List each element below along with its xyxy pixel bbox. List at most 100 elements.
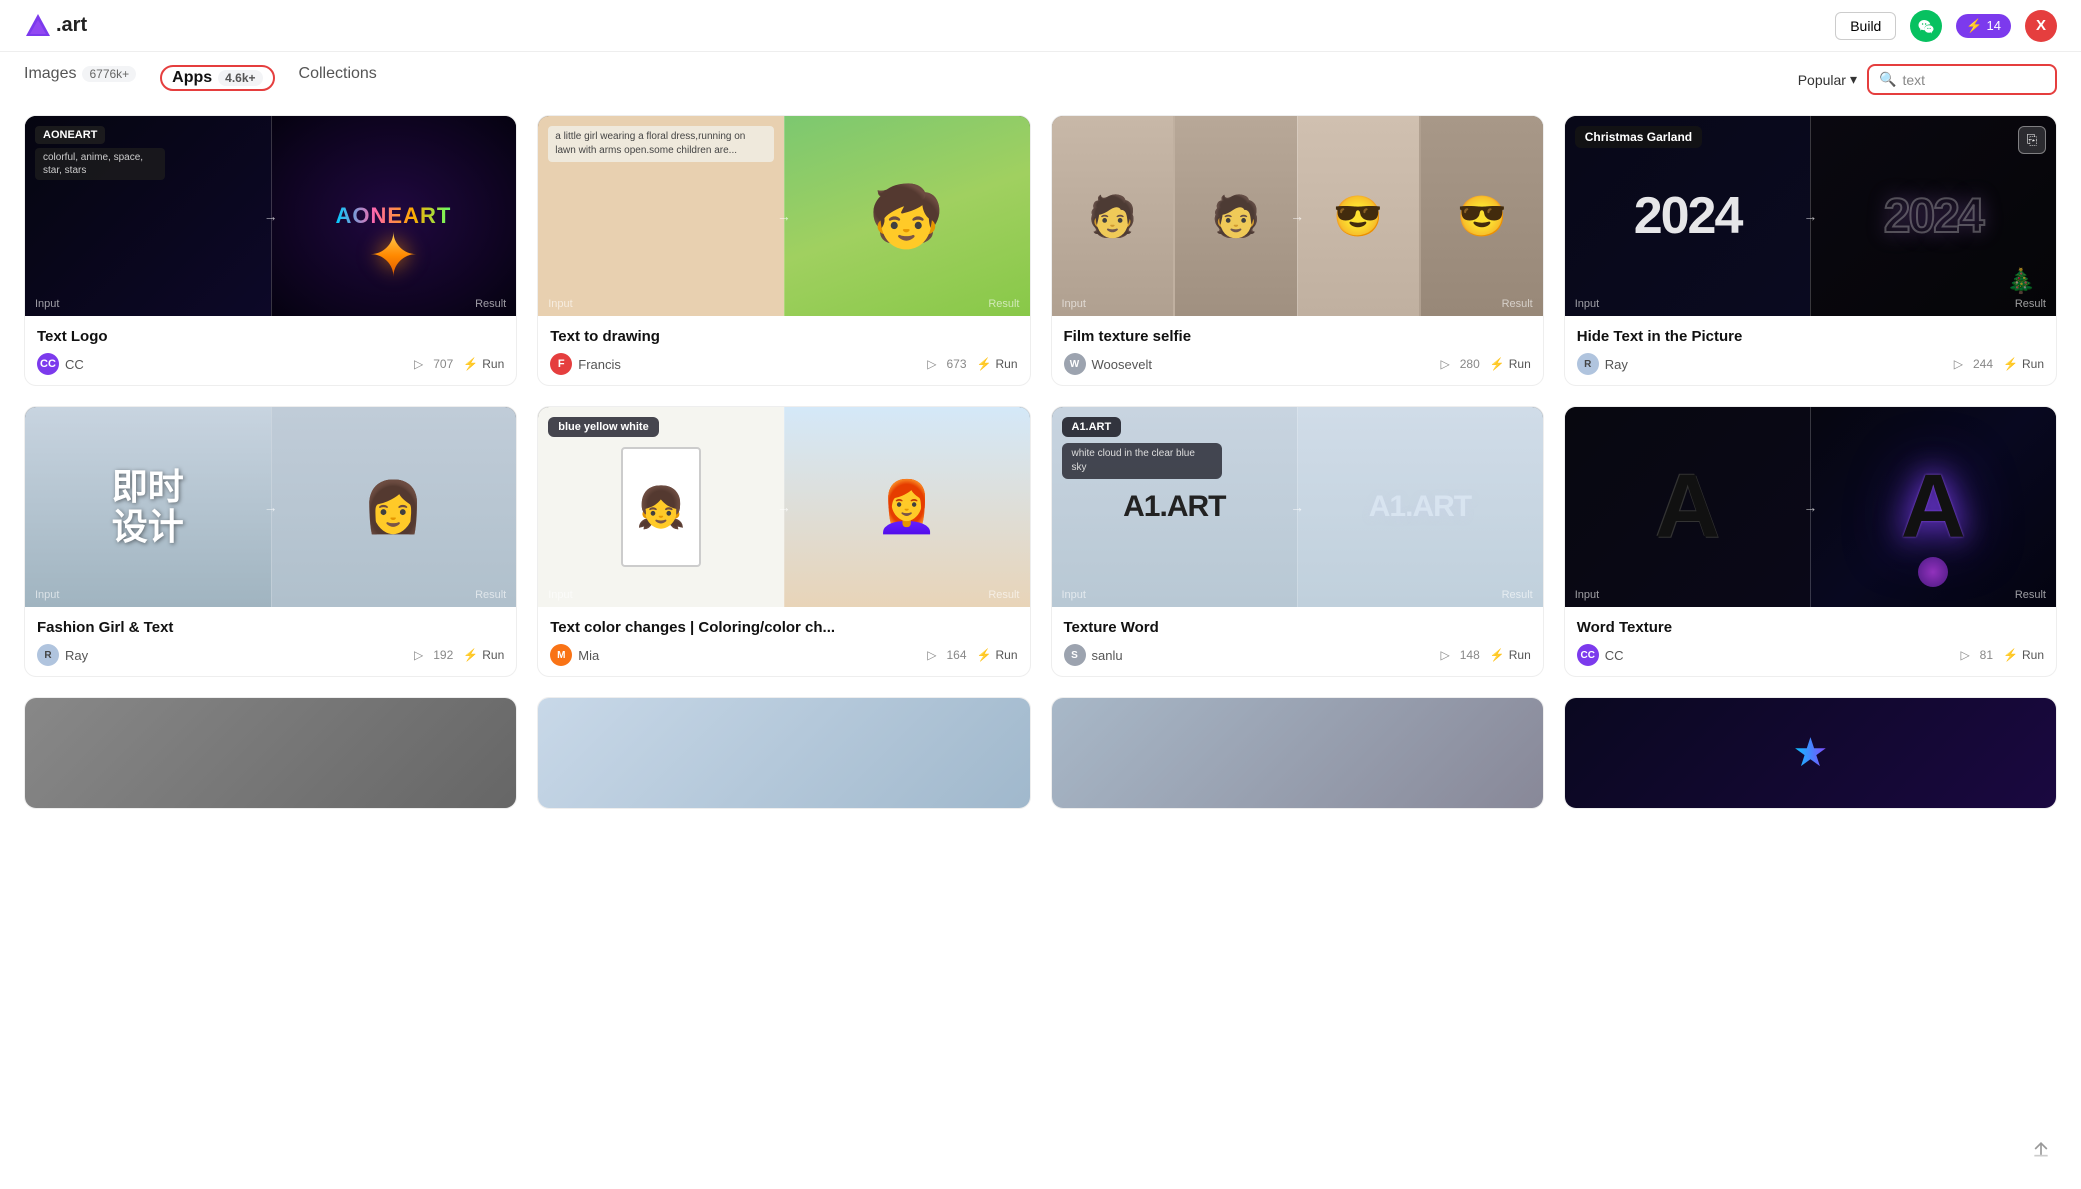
run-button-wt[interactable]: ⚡ Run xyxy=(2003,648,2044,662)
result-img-ttd: 🧒 xyxy=(869,181,944,252)
plays-count-ht: 244 xyxy=(1973,357,1993,371)
card-film-texture-image: 🧑 🧑 Input 😎 😎 xyxy=(1052,116,1543,316)
text-2024-left: 2024 xyxy=(1634,186,1742,246)
tab-apps[interactable]: Apps 4.6k+ xyxy=(160,65,274,91)
card-text-logo-image: AONEART colorful, anime, space, star, st… xyxy=(25,116,516,316)
card-hide-text[interactable]: Christmas Garland ⎘ 2024 Input 2024 🎄 Re… xyxy=(1564,115,2057,386)
author-avatar-cc2: CC xyxy=(1577,644,1599,666)
partial-card-1[interactable] xyxy=(24,697,517,809)
sort-button[interactable]: Popular ▾ xyxy=(1798,71,1857,88)
user-avatar[interactable]: X xyxy=(2025,10,2057,42)
cards-grid-row3-partial: ★ xyxy=(0,697,2081,819)
input-label-fts: Input xyxy=(1062,298,1086,310)
run-button-fts[interactable]: ⚡ Run xyxy=(1490,357,1531,371)
chevron-down-icon: ▾ xyxy=(1850,71,1857,88)
author-avatar-sanlu: S xyxy=(1064,644,1086,666)
card-text-logo-stats: ▷ 707 ⚡ Run xyxy=(414,357,504,371)
search-input-wrapper: 🔍 xyxy=(1867,64,2057,95)
card-text-color-changes-image: blue yellow white 👧 Input 👩‍🦰 Result → xyxy=(538,407,1029,607)
card-overlay-title-tl: AONEART xyxy=(35,126,105,144)
tab-collections-label: Collections xyxy=(299,65,377,83)
partial-card-3[interactable] xyxy=(1051,697,1544,809)
card-texture-word-meta: S sanlu ▷ 148 ⚡ Run xyxy=(1064,644,1531,666)
run-button-tl[interactable]: ⚡ Run xyxy=(463,357,504,371)
play-icon: ▷ xyxy=(414,357,423,371)
build-button[interactable]: Build xyxy=(1835,12,1896,40)
run-button-tc[interactable]: ⚡ Run xyxy=(977,648,1018,662)
card-word-texture[interactable]: A Input A Result → Word Texture CC CC xyxy=(1564,406,2057,677)
card-text-logo-meta: CC CC ▷ 707 ⚡ Run xyxy=(37,353,504,375)
author-name-fg: Ray xyxy=(65,648,88,663)
card-overlay-desc-tw: white cloud in the clear blue sky xyxy=(1062,443,1222,479)
share-button-ht[interactable]: ⎘ xyxy=(2018,126,2046,154)
header: .art Build ⚡ 14 X xyxy=(0,0,2081,52)
logo[interactable]: .art xyxy=(24,12,87,40)
card-fashion-girl-title: Fashion Girl & Text xyxy=(37,619,504,636)
card-fashion-girl-meta: R Ray ▷ 192 ⚡ Run xyxy=(37,644,504,666)
plays-count-ttd: 673 xyxy=(947,357,967,371)
partial-card-1-image xyxy=(25,698,516,808)
text-2024-right: 2024 xyxy=(1884,189,1983,244)
arrow-divider-ttd: → xyxy=(777,208,791,224)
card-texture-word[interactable]: A1.ART white cloud in the clear blue sky… xyxy=(1051,406,1544,677)
card-text-logo-info: Text Logo CC CC ▷ 707 ⚡ Run xyxy=(25,316,516,385)
card-fashion-girl[interactable]: 即时设计 Input 👩 Result → Fashion Girl & Tex… xyxy=(24,406,517,677)
card-film-texture[interactable]: 🧑 🧑 Input 😎 😎 xyxy=(1051,115,1544,386)
card-film-texture-title: Film texture selfie xyxy=(1064,328,1531,345)
cards-grid-row2: 即时设计 Input 👩 Result → Fashion Girl & Tex… xyxy=(0,406,2081,697)
author-name-tw: sanlu xyxy=(1092,648,1123,663)
author-name-tl: CC xyxy=(65,357,84,372)
lightning-badge[interactable]: ⚡ 14 xyxy=(1956,14,2011,38)
wechat-button[interactable] xyxy=(1910,10,1942,42)
lightning-count: 14 xyxy=(1987,18,2001,33)
partial-card-4[interactable]: ★ xyxy=(1564,697,2057,809)
arrow-divider-ht: → xyxy=(1803,208,1817,224)
japanese-text-left: 即时设计 xyxy=(112,467,184,546)
tab-collections[interactable]: Collections xyxy=(299,65,377,95)
result-label-tl: Result xyxy=(475,298,506,310)
author-avatar-francis: F xyxy=(550,353,572,375)
fashion-result: 👩 xyxy=(362,478,424,537)
card-hide-text-stats: ▷ 244 ⚡ Run xyxy=(1954,357,2044,371)
card-text-color-changes[interactable]: blue yellow white 👧 Input 👩‍🦰 Result → T… xyxy=(537,406,1030,677)
input-label-tw: Input xyxy=(1062,589,1086,601)
card-text-to-drawing-stats: ▷ 673 ⚡ Run xyxy=(927,357,1017,371)
scroll-to-top-button[interactable] xyxy=(2025,1133,2057,1165)
author-name-tc: Mia xyxy=(578,648,599,663)
author-name-fts: Woosevelt xyxy=(1092,357,1152,372)
card-word-texture-title: Word Texture xyxy=(1577,619,2044,636)
wechat-icon xyxy=(1917,17,1935,35)
arrow-divider-tc: → xyxy=(777,499,791,515)
author-name-ttd: Francis xyxy=(578,357,621,372)
card-texture-word-image: A1.ART white cloud in the clear blue sky… xyxy=(1052,407,1543,607)
author-avatar-mia: M xyxy=(550,644,572,666)
run-button-tw[interactable]: ⚡ Run xyxy=(1490,648,1531,662)
plays-count-tc: 164 xyxy=(947,648,967,662)
scroll-to-top-icon xyxy=(2031,1139,2051,1159)
partial-card-2[interactable] xyxy=(537,697,1030,809)
star-shape: ✦ xyxy=(368,226,418,286)
card-text-color-changes-stats: ▷ 164 ⚡ Run xyxy=(927,648,1017,662)
author-name-wt: CC xyxy=(1605,648,1624,663)
run-button-ht[interactable]: ⚡ Run xyxy=(2003,357,2044,371)
arrow-divider-tl: → xyxy=(264,208,278,224)
partial-card-4-image: ★ xyxy=(1565,698,2056,808)
big-A-right: A xyxy=(1901,456,1966,559)
result-label-ttd: Result xyxy=(988,298,1019,310)
run-button-fg[interactable]: ⚡ Run xyxy=(463,648,504,662)
arrow-divider-fts: → xyxy=(1290,208,1304,224)
card-text-logo[interactable]: AONEART colorful, anime, space, star, st… xyxy=(24,115,517,386)
card-texture-word-author: S sanlu xyxy=(1064,644,1123,666)
tab-images-label: Images xyxy=(24,65,76,83)
card-text-to-drawing-meta: F Francis ▷ 673 ⚡ Run xyxy=(550,353,1017,375)
card-text-to-drawing[interactable]: a little girl wearing a floral dress,run… xyxy=(537,115,1030,386)
run-icon-ttd: ⚡ xyxy=(977,357,992,371)
run-button-ttd[interactable]: ⚡ Run xyxy=(977,357,1018,371)
tab-images[interactable]: Images 6776k+ xyxy=(24,65,136,95)
tabs-bar: Images 6776k+ Apps 4.6k+ Collections Pop… xyxy=(0,52,2081,95)
card-text-logo-author: CC CC xyxy=(37,353,84,375)
input-label-tc: Input xyxy=(548,589,572,601)
arrow-divider-fg: → xyxy=(264,499,278,515)
search-input[interactable] xyxy=(1902,72,2045,88)
arrow-divider-tw: → xyxy=(1290,499,1304,515)
